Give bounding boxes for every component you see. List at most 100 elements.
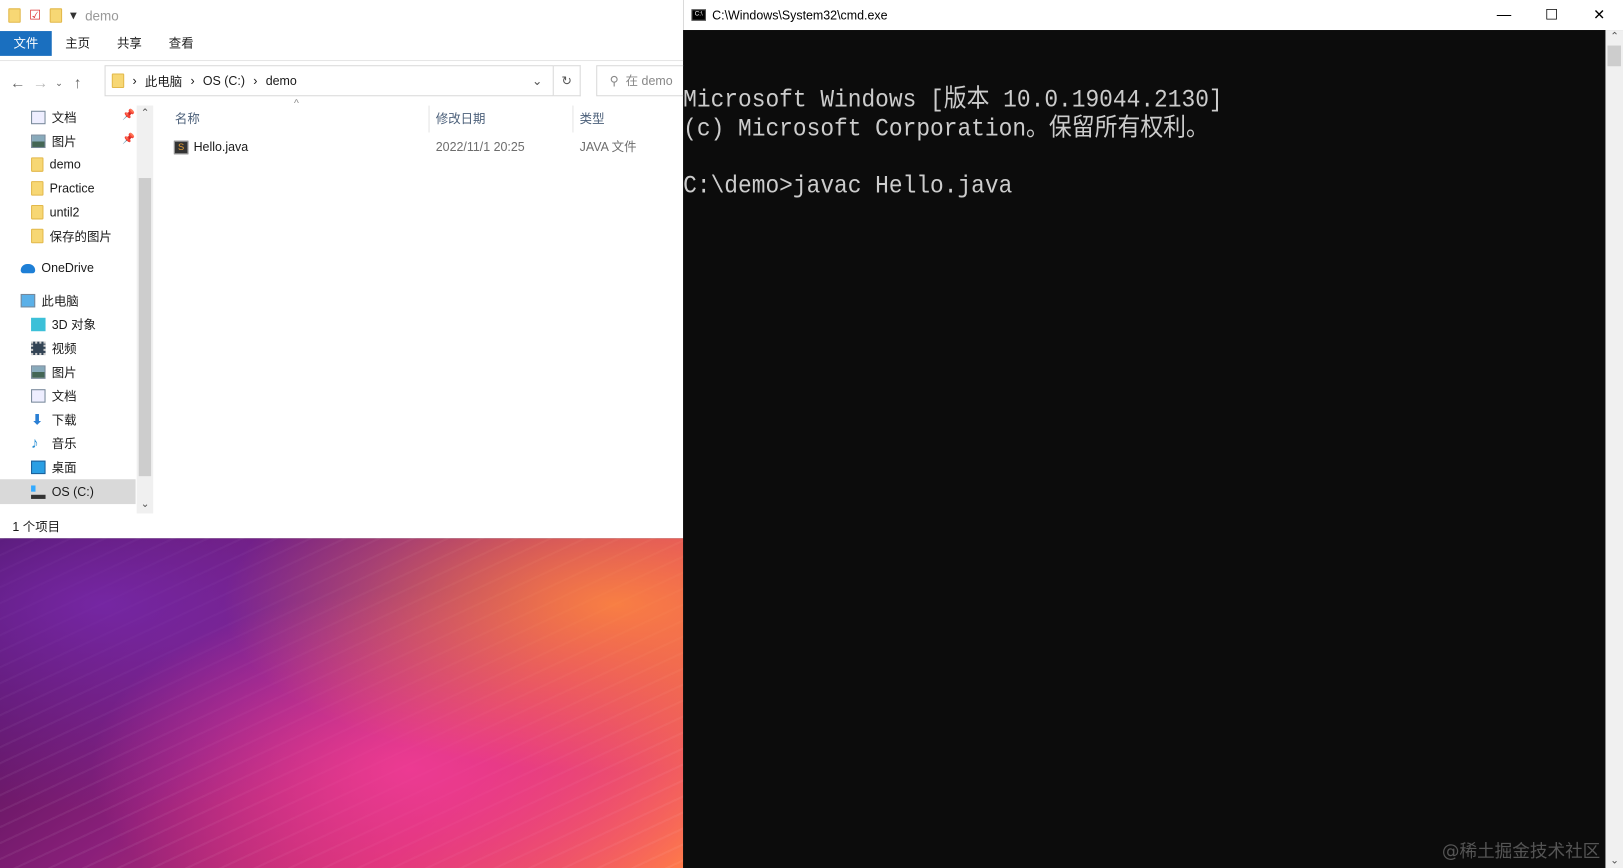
sidebar-item-label: OS (C:) <box>51 484 94 499</box>
sidebar-item-demo[interactable]: demo <box>31 153 81 176</box>
file-name: Hello.java <box>193 139 249 155</box>
scroll-down-icon[interactable]: ⌄ <box>1610 855 1619 866</box>
sidebar-item-onedrive[interactable]: OneDrive <box>20 257 94 280</box>
folder-icon[interactable] <box>8 8 21 23</box>
sidebar-item-desktop[interactable]: 桌面 <box>31 455 77 478</box>
sidebar-item-videos[interactable]: 视频 <box>31 336 77 359</box>
desktop-wallpaper <box>0 538 684 868</box>
new-folder-icon[interactable] <box>49 8 62 23</box>
desktop-icon <box>31 460 46 474</box>
maximize-button[interactable]: ☐ <box>1528 0 1576 30</box>
sidebar-item-label: demo <box>49 157 81 172</box>
cmd-window: C:\ C:\Windows\System32\cmd.exe — ☐ ✕ Mi… <box>683 0 1623 868</box>
pictures-icon <box>31 134 46 148</box>
pin-icon[interactable]: 📌 <box>122 134 135 145</box>
sidebar-item-pictures[interactable]: 图片 <box>31 129 77 152</box>
file-explorer-window: ☑ ▾ demo 文件 主页 共享 查看 ← → ⌄ ↑ › 此电脑 › OS … <box>0 0 700 539</box>
sidebar-item-label: 保存的图片 <box>49 229 112 244</box>
forward-icon[interactable]: → <box>29 75 52 93</box>
sidebar-item-music[interactable]: ♪ 音乐 <box>31 432 77 455</box>
recent-dropdown-icon[interactable]: ⌄ <box>52 78 66 89</box>
sidebar-item-label: 视频 <box>51 341 77 356</box>
breadcrumb-this-pc[interactable]: 此电脑 <box>145 72 182 90</box>
sidebar-scrollbar-thumb[interactable] <box>138 178 152 477</box>
scroll-up-icon[interactable]: ⌃ <box>1610 31 1619 42</box>
sidebar-item-this-pc[interactable]: 此电脑 <box>20 289 79 312</box>
back-icon[interactable]: ← <box>6 75 29 93</box>
pin-icon[interactable]: 📌 <box>122 110 135 121</box>
chevron-right-icon: › <box>190 73 195 88</box>
file-type: JAVA 文件 <box>579 139 637 155</box>
tab-home[interactable]: 主页 <box>52 31 104 56</box>
tab-share[interactable]: 共享 <box>104 31 156 56</box>
terminal-prompt-line: C:\demo>javac Hello.java <box>683 172 1013 201</box>
terminal-scrollbar-thumb[interactable] <box>1607 45 1621 67</box>
sidebar-item-os-c[interactable]: OS (C:) <box>31 480 94 503</box>
sidebar-item-practice[interactable]: Practice <box>31 177 95 200</box>
quick-access-toolbar: ☑ ▾ demo <box>0 0 683 31</box>
file-row[interactable]: S Hello.java <box>173 137 249 158</box>
navigation-pane: 文档 📌 图片 📌 demo Practice until2 保存的图片 One… <box>0 106 153 514</box>
search-placeholder: 在 demo <box>625 73 673 88</box>
download-arrow-icon: ⬇ <box>31 410 44 427</box>
sidebar-item-label: until2 <box>49 204 80 220</box>
column-header-name[interactable]: 名称 <box>169 105 430 133</box>
scroll-down-icon[interactable]: ⌄ <box>141 499 150 510</box>
sidebar-item-pictures-2[interactable]: 图片 <box>31 360 77 383</box>
window-title: demo <box>85 7 119 24</box>
folder-icon <box>111 73 125 88</box>
cmd-icon: C:\ <box>691 9 706 21</box>
customize-dropdown-icon[interactable]: ▾ <box>70 7 77 24</box>
folder-icon <box>31 157 44 172</box>
watermark: @稀土掘金技术社区 <box>1441 841 1601 863</box>
chevron-right-icon: › <box>132 73 137 88</box>
breadcrumb-demo[interactable]: demo <box>266 73 297 87</box>
column-header-type[interactable]: 类型 <box>573 106 687 133</box>
refresh-button[interactable]: ↻ <box>553 65 581 97</box>
search-icon: ⚲ <box>609 73 619 88</box>
sidebar-item-documents[interactable]: 文档 <box>31 106 77 129</box>
sidebar-item-label: OneDrive <box>41 260 94 276</box>
chevron-right-icon: › <box>253 73 258 88</box>
cube-icon <box>31 317 46 331</box>
terminal-output[interactable]: Microsoft Windows [版本 10.0.19044.2130] (c… <box>683 30 1222 258</box>
sidebar-item-label: 图片 <box>51 134 77 149</box>
document-icon <box>31 388 46 403</box>
pictures-icon <box>31 364 46 379</box>
file-modified: 2022/11/1 20:25 <box>435 139 525 155</box>
sidebar-item-label: 音乐 <box>51 436 77 451</box>
up-icon[interactable]: ↑ <box>66 75 89 93</box>
address-bar[interactable]: › 此电脑 › OS (C:) › demo ⌄ <box>104 65 554 97</box>
java-file-icon: S <box>173 140 189 154</box>
tab-file[interactable]: 文件 <box>0 31 52 56</box>
document-icon <box>31 110 46 124</box>
navigation-bar: ← → ⌄ ↑ › 此电脑 › OS (C:) › demo ⌄ ↻ ⚲ 在 d… <box>0 60 700 106</box>
sidebar-item-label: 文档 <box>51 388 77 404</box>
folder-icon <box>31 181 44 196</box>
column-header-modified[interactable]: 修改日期 <box>430 105 574 133</box>
terminal-line: (c) Microsoft Corporation。保留所有权利。 <box>683 115 1209 144</box>
sidebar-item-3d-objects[interactable]: 3D 对象 <box>31 313 96 336</box>
scroll-up-icon[interactable]: ⌃ <box>141 108 150 119</box>
breadcrumb-drive[interactable]: OS (C:) <box>203 73 245 87</box>
close-button[interactable]: ✕ <box>1575 0 1623 30</box>
sidebar-item-label: Practice <box>49 181 95 196</box>
sidebar-item-saved-pictures[interactable]: 保存的图片 <box>31 225 112 248</box>
sidebar-item-label: 文档 <box>51 110 77 125</box>
sidebar-item-label: 此电脑 <box>41 293 79 308</box>
terminal-scrollbar[interactable] <box>1605 30 1623 868</box>
computer-icon <box>20 293 36 307</box>
sidebar-item-label: 图片 <box>51 364 77 380</box>
minimize-button[interactable]: — <box>1480 0 1528 30</box>
chevron-down-icon[interactable]: ⌄ <box>532 73 542 87</box>
tab-view[interactable]: 查看 <box>155 31 207 56</box>
drive-icon <box>31 484 46 499</box>
cmd-title: C:\Windows\System32\cmd.exe <box>712 7 888 23</box>
terminal-line: Microsoft Windows [版本 10.0.19044.2130] <box>683 86 1223 115</box>
sidebar-item-downloads[interactable]: ⬇ 下载 <box>31 408 77 431</box>
properties-icon[interactable]: ☑ <box>29 7 41 24</box>
video-icon <box>31 341 46 355</box>
sidebar-item-until2[interactable]: until2 <box>31 201 79 224</box>
sidebar-item-documents-2[interactable]: 文档 <box>31 384 77 407</box>
folder-icon <box>31 228 44 244</box>
